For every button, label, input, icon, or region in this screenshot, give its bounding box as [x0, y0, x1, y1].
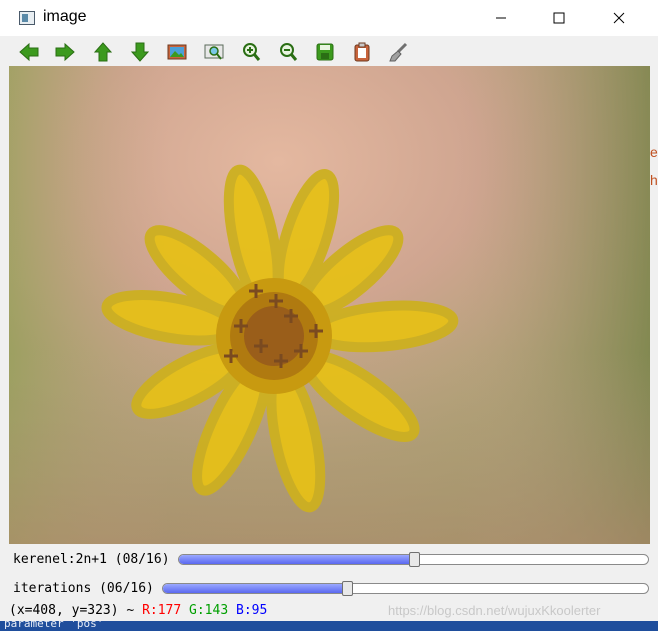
trackbar-kernel-fill — [179, 555, 414, 564]
watermark: https://blog.csdn.net/wujuxKkoolerter — [388, 603, 601, 618]
trackbar-iterations-handle[interactable] — [342, 581, 353, 596]
zoom-fit-button[interactable] — [167, 42, 187, 62]
save-icon — [316, 43, 334, 61]
trackbar-kernel: kerenel:2n+1 (08/16) — [9, 547, 650, 573]
pan-up-button[interactable] — [93, 42, 113, 62]
status-coords: (x=408, y=323) ~ — [9, 603, 135, 618]
arrow-down-icon — [130, 42, 150, 62]
trackbar-iterations-label: iterations (06/16) — [13, 581, 154, 596]
zoom-out-button[interactable] — [278, 42, 298, 62]
zoom-in-icon — [243, 43, 261, 61]
trackbar-iterations-fill — [163, 584, 347, 593]
trackbar-kernel-slider[interactable] — [178, 552, 649, 567]
trackbar-kernel-handle[interactable] — [409, 552, 420, 567]
background-text-right-1: e — [650, 144, 658, 160]
zoom-in-button[interactable] — [241, 42, 261, 62]
status-green: G:143 — [189, 603, 229, 618]
pan-down-button[interactable] — [130, 42, 150, 62]
flower-image — [9, 66, 650, 544]
trackbar-iterations: iterations (06/16) — [9, 576, 650, 602]
image-view[interactable] — [9, 66, 650, 544]
maximize-icon — [553, 12, 565, 24]
arrow-up-icon — [93, 42, 113, 62]
title-bar: image — [0, 0, 658, 36]
zoom-region-button[interactable] — [204, 42, 224, 62]
arrow-left-icon — [19, 42, 39, 62]
close-icon — [613, 12, 625, 24]
background-editor-strip: parameter 'pos' — [0, 621, 658, 631]
pan-right-button[interactable] — [55, 42, 75, 62]
app-window-icon — [19, 11, 35, 25]
zoom-out-icon — [280, 43, 298, 61]
image-icon — [167, 44, 187, 60]
minimize-icon — [496, 17, 506, 19]
zoom-region-icon — [204, 44, 224, 60]
status-red: R:177 — [142, 603, 182, 618]
arrow-right-icon — [55, 42, 75, 62]
clipboard-icon — [354, 42, 370, 62]
copy-button[interactable] — [352, 42, 372, 62]
background-text-right-2: h — [650, 172, 658, 188]
background-text-bottom: parameter 'pos' — [4, 621, 104, 630]
save-button[interactable] — [315, 42, 335, 62]
window-title: image — [43, 8, 87, 25]
trackbar-kernel-label: kerenel:2n+1 (08/16) — [13, 552, 170, 567]
pan-left-button[interactable] — [19, 42, 39, 62]
minimize-button[interactable] — [478, 0, 524, 36]
toolbar — [9, 36, 650, 66]
maximize-button[interactable] — [536, 0, 582, 36]
close-button[interactable] — [596, 0, 642, 36]
brush-icon — [389, 42, 408, 62]
trackbar-iterations-slider[interactable] — [162, 581, 649, 596]
properties-button[interactable] — [389, 42, 409, 62]
status-blue: B:95 — [236, 603, 268, 618]
